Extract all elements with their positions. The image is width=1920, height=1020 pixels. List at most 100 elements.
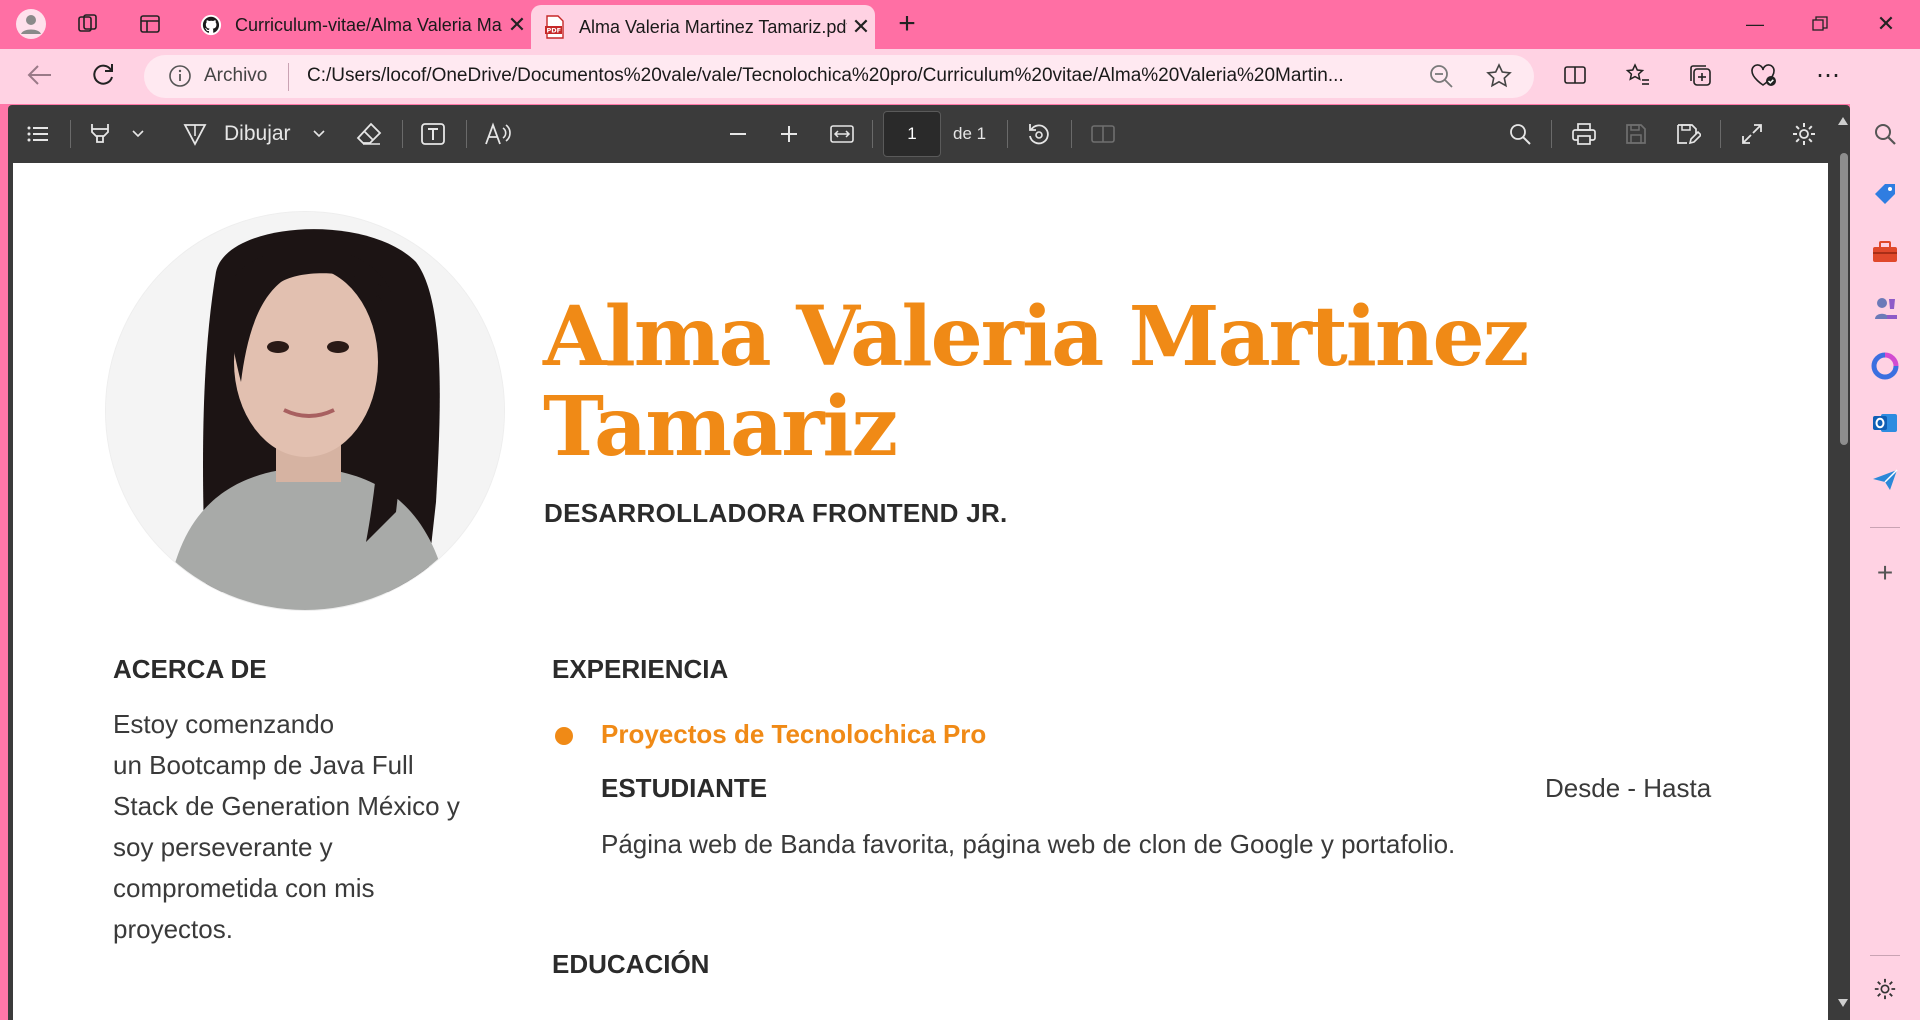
- draw-options-dropdown[interactable]: [307, 117, 331, 151]
- tab-pdf-resume[interactable]: PDF Alma Valeria Martinez Tamariz.pdf ✕: [531, 5, 875, 49]
- url-text[interactable]: C:/Users/locof/OneDrive/Documentos%20val…: [307, 65, 1402, 87]
- close-window-button[interactable]: ✕: [1858, 8, 1914, 40]
- toolbar-divider: [402, 120, 403, 148]
- back-button[interactable]: [22, 58, 58, 92]
- highlight-button[interactable]: [84, 117, 116, 151]
- sidebar-tools-button[interactable]: [1868, 235, 1902, 269]
- about-line: un Bootcamp de Java Full: [113, 750, 414, 780]
- gear-icon: [1793, 123, 1815, 145]
- add-text-button[interactable]: [416, 117, 450, 151]
- tab-title: Curriculum-vitae/Alma Valeria Ma: [235, 14, 502, 35]
- scrollbar-thumb[interactable]: [1840, 153, 1848, 445]
- about-line: comprometida con mis: [113, 873, 375, 903]
- scroll-down-icon[interactable]: [1837, 995, 1849, 1013]
- sidebar-shopping-button[interactable]: [1868, 177, 1902, 211]
- site-info-label[interactable]: Archivo: [204, 65, 267, 87]
- settings-more-button[interactable]: ⋯: [1810, 58, 1846, 92]
- eraser-icon: [356, 122, 382, 145]
- pdf-settings-button[interactable]: [1786, 117, 1822, 151]
- info-icon[interactable]: [168, 64, 192, 93]
- heart-pulse-icon: [1751, 64, 1776, 86]
- draw-label[interactable]: Dibujar: [224, 117, 291, 151]
- outlook-icon: [1873, 414, 1897, 432]
- profile-icon: [16, 9, 46, 39]
- save-as-button[interactable]: [1670, 117, 1706, 151]
- close-tab-icon[interactable]: ✕: [503, 12, 531, 38]
- table-of-contents-icon: [27, 126, 48, 142]
- browser-essentials-button[interactable]: [1746, 58, 1782, 92]
- name-line-1: Alma Valeria Martinez: [543, 289, 1529, 385]
- zoom-out-icon[interactable]: [1428, 63, 1454, 94]
- plus-icon: [781, 126, 797, 142]
- workspaces-button[interactable]: [70, 7, 106, 41]
- github-icon: [199, 13, 223, 37]
- about-line: proyectos.: [113, 914, 233, 944]
- minimize-icon: —: [1746, 13, 1764, 34]
- toolbar-divider: [872, 120, 873, 148]
- sidebar-games-button[interactable]: [1868, 292, 1902, 326]
- profile-button[interactable]: [13, 7, 49, 41]
- sidebar-search-button[interactable]: [1868, 117, 1902, 151]
- toolbar-divider: [1007, 120, 1008, 148]
- gear-icon: [1874, 978, 1896, 1000]
- vertical-tabs-button[interactable]: [132, 7, 168, 41]
- plus-icon: +: [1876, 557, 1894, 588]
- workspaces-icon: [78, 14, 97, 32]
- sidebar-outlook-button[interactable]: [1868, 406, 1902, 440]
- favorites-button[interactable]: [1620, 58, 1656, 92]
- experience-dates: Desde - Hasta: [1545, 773, 1712, 803]
- tab-actions-icon: [140, 15, 160, 33]
- split-screen-icon: [1564, 66, 1586, 84]
- fullscreen-button[interactable]: [1734, 117, 1770, 151]
- about-text: Estoy comenzando un Bootcamp de Java Ful…: [113, 704, 513, 950]
- toolbar-divider: [466, 120, 467, 148]
- sidebar-divider: [1870, 527, 1900, 528]
- tab-github-curriculum[interactable]: Curriculum-vitae/Alma Valeria Ma ✕: [187, 4, 531, 46]
- zoom-out-button[interactable]: [722, 117, 754, 151]
- read-aloud-button[interactable]: [480, 117, 516, 151]
- draw-pen-icon: [183, 124, 207, 146]
- erase-button[interactable]: [352, 117, 386, 151]
- back-arrow-icon: [27, 65, 51, 85]
- rotate-button[interactable]: [1021, 117, 1057, 151]
- fit-width-button[interactable]: [824, 117, 860, 151]
- new-tab-button[interactable]: +: [889, 7, 925, 41]
- refresh-button[interactable]: [85, 58, 121, 92]
- restore-button[interactable]: [1792, 8, 1848, 40]
- page-view-button: [1085, 117, 1121, 151]
- about-heading: ACERCA DE: [113, 654, 267, 684]
- experience-project: Proyectos de Tecnolochica Pro: [601, 719, 987, 749]
- rotate-icon: [1029, 124, 1049, 145]
- highlight-options-dropdown[interactable]: [126, 117, 150, 151]
- zoom-in-button[interactable]: [773, 117, 805, 151]
- experience-heading: EXPERIENCIA: [552, 654, 729, 684]
- draw-button[interactable]: [178, 117, 212, 151]
- close-icon: ✕: [1876, 11, 1896, 36]
- sidebar-drop-button[interactable]: [1868, 463, 1902, 497]
- page-number-input[interactable]: 1: [883, 111, 941, 157]
- experience-description: Página web de Banda favorita, página web…: [601, 829, 1456, 859]
- address-divider: [288, 63, 289, 91]
- collections-button[interactable]: [1682, 58, 1718, 92]
- close-tab-icon[interactable]: ✕: [847, 14, 875, 40]
- education-heading: EDUCACIÓN: [552, 949, 710, 979]
- text-box-icon: [421, 123, 445, 145]
- sidebar-add-button[interactable]: +: [1868, 556, 1902, 590]
- scroll-up-icon[interactable]: [1837, 113, 1849, 131]
- split-screen-button[interactable]: [1557, 58, 1593, 92]
- favorite-star-icon[interactable]: [1486, 63, 1512, 94]
- more-icon: ⋯: [1816, 61, 1840, 89]
- resume-role: DESARROLLADORA FRONTEND JR.: [544, 498, 1008, 528]
- sidebar-m365-button[interactable]: [1868, 349, 1902, 383]
- minus-icon: [730, 133, 746, 135]
- expand-icon: [1742, 124, 1762, 144]
- chess-piece-icon: [1875, 298, 1897, 319]
- search-button[interactable]: [1502, 117, 1538, 151]
- sidebar-settings-button[interactable]: [1868, 972, 1902, 1006]
- tag-icon: [1875, 184, 1895, 204]
- tab-title: Alma Valeria Martinez Tamariz.pdf: [579, 16, 847, 37]
- contents-button[interactable]: [22, 117, 54, 151]
- experience-bullet: [555, 727, 573, 745]
- print-button[interactable]: [1566, 117, 1602, 151]
- minimize-button[interactable]: —: [1727, 8, 1783, 40]
